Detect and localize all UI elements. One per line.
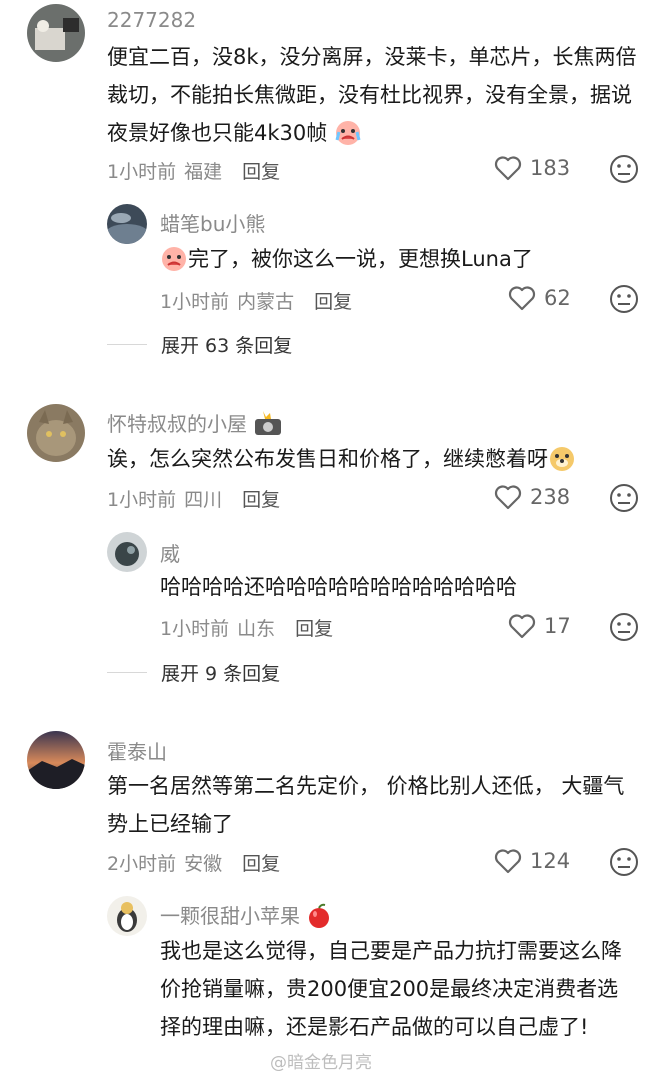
heart-outline-icon (508, 614, 536, 639)
expand-replies-label: 展开 9 条回复 (161, 663, 281, 685)
heart-outline-icon (508, 286, 536, 311)
reply-button[interactable]: 回复 (242, 161, 280, 183)
comment-text: 第一名居然等第二名先定价， 价格比别人还低， 大疆气势上已经输了 (107, 774, 625, 836)
comment-meta: 1小时前 内蒙古 回复 (160, 287, 352, 314)
like-button[interactable]: 183 (494, 155, 570, 181)
comment-location: 四川 (184, 489, 223, 511)
avatar[interactable] (27, 731, 85, 789)
comment-text-content: 诶，怎么突然公布发售日和价格了，继续憋着呀 (107, 447, 548, 471)
comment-meta: 1小时前 福建 回复 (107, 157, 280, 184)
reply-button[interactable]: 回复 (242, 853, 280, 875)
neutral-face-icon (610, 848, 638, 876)
comment-meta: 1小时前 山东 回复 (160, 614, 333, 641)
camera-flash-icon (253, 411, 283, 442)
comment-location: 内蒙古 (237, 291, 295, 313)
like-button[interactable]: 124 (494, 848, 570, 874)
heart-outline-icon (494, 485, 522, 510)
comment-time: 2小时前 (107, 853, 177, 875)
expand-replies-button[interactable]: 展开 63 条回复 (107, 331, 292, 358)
avatar[interactable] (27, 404, 85, 462)
neutral-face-icon (610, 613, 638, 641)
username: 一颗很甜小苹果 (160, 900, 332, 934)
comment-location: 福建 (184, 161, 223, 183)
username[interactable]: 蜡笔bu小熊 (160, 208, 265, 237)
comment-text: 诶，怎么突然公布发售日和价格了，继续憋着呀 (107, 440, 637, 484)
expand-replies-label: 展开 63 条回复 (161, 335, 293, 357)
reply-button[interactable]: 回复 (314, 291, 352, 313)
dislike-button[interactable] (609, 612, 639, 646)
reply-text-content: 完了，被你这么一说，更想换Luna了 (188, 247, 533, 271)
username[interactable]: 2277282 (107, 8, 196, 32)
neutral-face-icon (610, 285, 638, 313)
reply-button[interactable]: 回复 (295, 618, 333, 640)
like-count: 62 (544, 286, 571, 310)
username: 怀特叔叔的小屋 (107, 408, 283, 442)
comment-meta: 2小时前 安徽 回复 (107, 849, 280, 876)
neutral-face-icon (610, 484, 638, 512)
like-count: 124 (530, 849, 571, 873)
avatar[interactable] (27, 4, 85, 62)
crying-face-icon (160, 244, 188, 284)
avatar[interactable] (107, 204, 147, 244)
divider (107, 344, 147, 345)
like-count: 17 (544, 614, 571, 638)
like-button[interactable]: 238 (494, 484, 570, 510)
comment-location: 安徽 (184, 853, 223, 875)
avatar[interactable] (107, 896, 147, 936)
reply-text: 我也是这么觉得，自己要是产品力抗打需要这么降价抢销量嘛，贵200便宜200是最终… (160, 939, 622, 1039)
comment-location: 山东 (237, 618, 276, 640)
reply-button[interactable]: 回复 (242, 489, 280, 511)
apple-icon (306, 903, 332, 934)
comment-time: 1小时前 (160, 291, 230, 313)
heart-outline-icon (494, 849, 522, 874)
dog-face-icon (548, 444, 576, 484)
avatar[interactable] (107, 532, 147, 572)
username[interactable]: 霍泰山 (107, 736, 167, 765)
like-button[interactable]: 62 (508, 285, 571, 311)
reply-text: 哈哈哈哈还哈哈哈哈哈哈哈哈哈哈哈哈 (160, 575, 517, 599)
dislike-button[interactable] (609, 847, 639, 881)
divider (107, 672, 147, 673)
dislike-button[interactable] (609, 284, 639, 318)
comment-time: 1小时前 (160, 618, 230, 640)
comment-text-content: 便宜二百，没8k，没分离屏，没莱卡，单芯片，长焦两倍裁切，不能拍长焦微距，没有杜… (107, 45, 637, 145)
watermark: @暗金色月亮 (270, 1048, 372, 1073)
username[interactable]: 威 (160, 538, 180, 567)
like-button[interactable]: 17 (508, 613, 571, 639)
expand-replies-button[interactable]: 展开 9 条回复 (107, 659, 280, 686)
like-count: 183 (530, 156, 571, 180)
dislike-button[interactable] (609, 483, 639, 517)
reply-text: 完了，被你这么一说，更想换Luna了 (160, 240, 630, 284)
like-count: 238 (530, 485, 571, 509)
comment-time: 1小时前 (107, 489, 177, 511)
comment-meta: 1小时前 四川 回复 (107, 485, 280, 512)
watermark-text: @暗金色月亮 (270, 1053, 372, 1073)
comment-time: 1小时前 (107, 161, 177, 183)
heart-outline-icon (494, 156, 522, 181)
username-text[interactable]: 一颗很甜小苹果 (160, 904, 300, 928)
comment-text: 便宜二百，没8k，没分离屏，没莱卡，单芯片，长焦两倍裁切，不能拍长焦微距，没有杜… (107, 38, 637, 158)
dislike-button[interactable] (609, 154, 639, 188)
crying-face-icon (334, 118, 362, 158)
username-text[interactable]: 怀特叔叔的小屋 (107, 412, 247, 436)
neutral-face-icon (610, 155, 638, 183)
